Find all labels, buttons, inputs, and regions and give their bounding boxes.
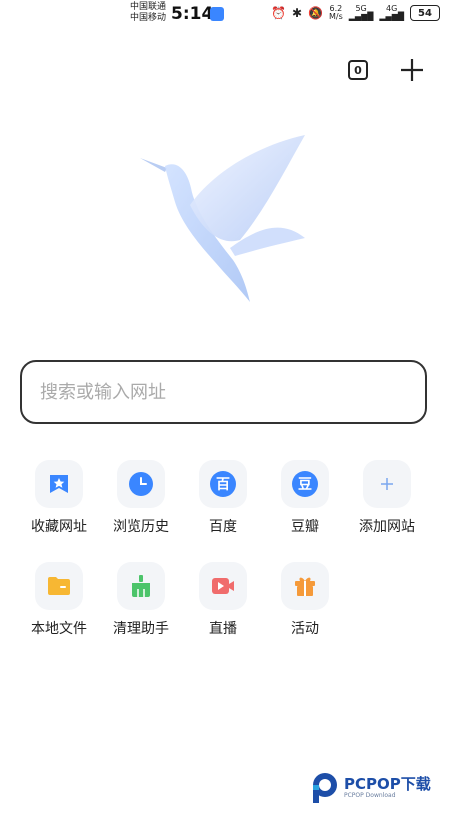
shortcut-label: 清理助手: [113, 621, 169, 637]
shortcut-tile[interactable]: [35, 562, 83, 610]
shortcut-label: 活动: [291, 621, 319, 637]
shortcut-add-site[interactable]: 添加网站: [346, 460, 428, 536]
signal-5g: 5G ▂▄▆█: [348, 4, 374, 21]
carrier-names: 中国联通 中国移动: [130, 2, 166, 24]
notification-app-icon: [210, 7, 224, 21]
shortcut-row: 收藏网址 浏览历史 百 百度 豆 豆瓣 添加网站: [18, 460, 438, 536]
clock-icon: [129, 472, 153, 496]
plus-icon: [401, 59, 423, 81]
shortcut-bookmarks[interactable]: 收藏网址: [18, 460, 100, 536]
baidu-icon: 百: [210, 471, 236, 497]
folder-icon: [48, 577, 70, 595]
shortcut-label: 豆瓣: [291, 519, 319, 535]
shortcut-tile[interactable]: [35, 460, 83, 508]
status-icons: ⏰ ✱ 🔕 6.2 M/s 5G ▂▄▆█ 4G ▂▄▆█ 54: [271, 5, 440, 21]
status-bar: 中国联通 中国移动 5:14 ⏰ ✱ 🔕 6.2 M/s 5G ▂▄▆█ 4G …: [0, 0, 458, 30]
shortcut-tile[interactable]: [117, 562, 165, 610]
video-icon: [212, 578, 234, 594]
gift-icon: [295, 577, 315, 596]
plus-icon: [381, 478, 393, 490]
carrier-1: 中国联通: [130, 2, 167, 12]
network-speed: 6.2 M/s: [329, 4, 343, 21]
shortcut-tile[interactable]: [281, 562, 329, 610]
status-time: 5:14: [171, 4, 214, 24]
signal-4g: 4G ▂▄▆█: [379, 4, 404, 21]
shortcut-live[interactable]: 直播: [182, 562, 264, 638]
alarm-icon: ⏰: [271, 6, 286, 20]
douban-icon: 豆: [292, 471, 318, 497]
shortcut-tile[interactable]: [363, 460, 411, 508]
watermark-brand: PCPOP下载: [344, 775, 431, 793]
pcpop-logo-icon: [313, 773, 337, 803]
shortcut-grid: 收藏网址 浏览历史 百 百度 豆 豆瓣 添加网站 本地文件 清理助手 直播 活动: [18, 460, 438, 664]
signal-bars-icon: ▂▄▆█: [379, 12, 404, 21]
bluetooth-icon: ✱: [292, 6, 303, 20]
shortcut-douban[interactable]: 豆 豆瓣: [264, 460, 346, 536]
signal-bars-icon: ▂▄▆█: [348, 12, 374, 21]
battery-indicator: 54: [410, 5, 440, 21]
shortcut-tile[interactable]: 豆: [281, 460, 329, 508]
shortcut-label: 本地文件: [31, 621, 87, 637]
search-bar[interactable]: [20, 360, 427, 424]
bookmark-star-icon: [50, 475, 68, 493]
broom-icon: [132, 575, 150, 597]
shortcut-local-files[interactable]: 本地文件: [18, 562, 100, 638]
shortcut-label: 直播: [209, 621, 237, 637]
shortcut-activity[interactable]: 活动: [264, 562, 346, 638]
watermark-sub: PCPOP Download: [344, 792, 396, 799]
shortcut-tile[interactable]: [199, 562, 247, 610]
shortcut-label: 添加网站: [359, 519, 415, 535]
carrier-2: 中国移动: [130, 13, 167, 23]
tab-count-button[interactable]: 0: [348, 60, 368, 80]
search-input[interactable]: [22, 362, 425, 422]
shortcut-row: 本地文件 清理助手 直播 活动: [18, 562, 438, 638]
shortcut-label: 浏览历史: [113, 519, 169, 535]
mute-icon: 🔕: [308, 6, 324, 20]
hummingbird-logo-icon: [140, 135, 305, 302]
shortcut-cleaner[interactable]: 清理助手: [100, 562, 182, 638]
shortcut-tile[interactable]: 百: [199, 460, 247, 508]
shortcut-tile[interactable]: [117, 460, 165, 508]
shortcut-baidu[interactable]: 百 百度: [182, 460, 264, 536]
shortcut-history[interactable]: 浏览历史: [100, 460, 182, 536]
watermark: PCPOP下载 PCPOP Download: [310, 772, 431, 804]
shortcut-label: 收藏网址: [31, 519, 87, 535]
new-tab-button[interactable]: [398, 56, 426, 84]
shortcut-label: 百度: [209, 519, 237, 535]
